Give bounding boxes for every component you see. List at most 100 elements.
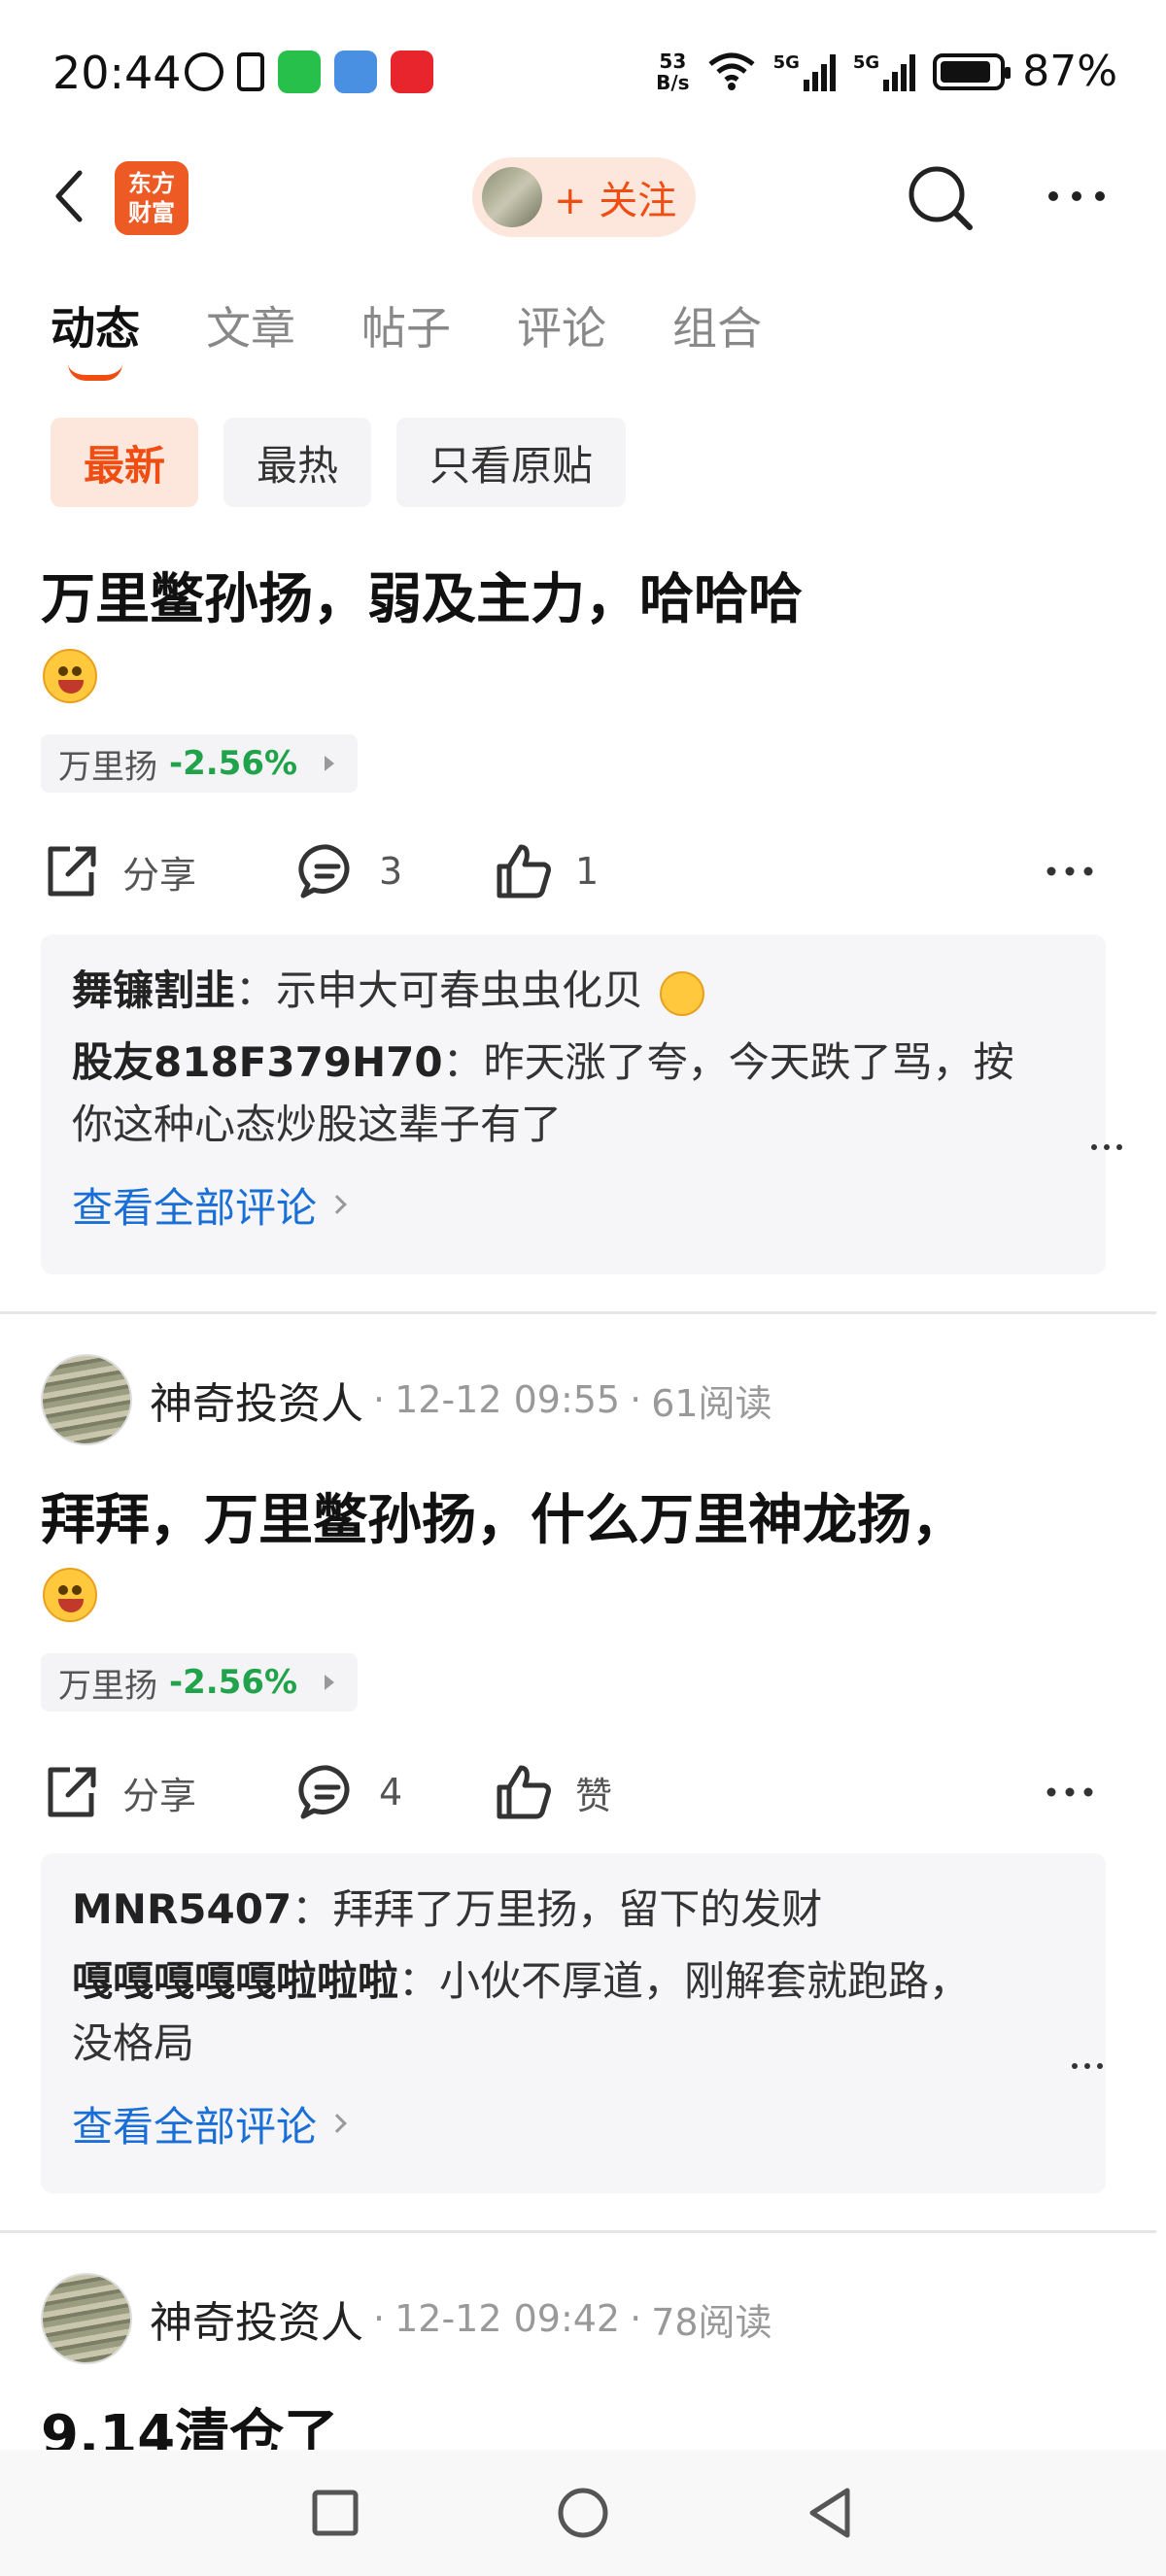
post-time: 12-12 09:42 — [394, 2297, 621, 2340]
post-more-button[interactable] — [1046, 1758, 1115, 1826]
search-icon[interactable] — [904, 161, 977, 235]
like-button[interactable]: 1 — [494, 837, 599, 905]
post-card[interactable]: 神奇投资人 · 12-12 09:42 · 78阅读 9.14清仓了 — [0, 2230, 1166, 2467]
post-time: 12-12 09:55 — [394, 1378, 621, 1421]
post-actions: 分享 4 赞 — [41, 1758, 1129, 1826]
tab-articles[interactable]: 文章 — [206, 293, 295, 357]
author-avatar[interactable] — [41, 1354, 132, 1445]
comment-item: MNR5407：拜拜了万里扬，留下的发财 — [72, 1885, 823, 1933]
stock-change: -2.56% — [169, 1663, 298, 1702]
comment-item: 股友818F379H70：昨天涨了夸，今天跌了骂，按你这种心态炒股这辈子有了 — [72, 1032, 1122, 1156]
author-row: 神奇投资人 · 12-12 09:42 · 78阅读 — [41, 2273, 772, 2364]
author-name[interactable]: 神奇投资人 — [150, 1369, 363, 1431]
comment-button[interactable]: 3 — [297, 837, 402, 905]
vibrate-icon — [237, 52, 264, 91]
view-all-comments-link[interactable]: 查看全部评论 — [72, 1156, 1075, 1253]
weather-icon — [334, 51, 377, 93]
content-tabs: 动态 文章 帖子 评论 组合 — [51, 293, 762, 381]
comment-count: 4 — [379, 1771, 403, 1813]
stock-name: 万里扬 — [58, 747, 157, 787]
wifi-icon — [707, 52, 755, 90]
comment-user[interactable]: 嘎嘎嘎嘎嘎啦啦啦 — [72, 1957, 398, 2005]
post-title[interactable]: 拜拜，万里鳖孙扬，什么万里神龙扬， — [41, 1476, 966, 1555]
filter-latest[interactable]: 最新 — [51, 418, 199, 507]
comment-user[interactable]: 股友818F379H70 — [72, 1038, 443, 1086]
post-card[interactable]: 万里鳖孙扬，弱及主力，哈哈哈 万里扬 -2.56% 分享 3 1 舞镰割韭：示申… — [0, 544, 1166, 1311]
back-arrow-icon[interactable] — [51, 167, 89, 225]
post-actions: 分享 3 1 — [41, 837, 1129, 905]
battery-fill — [941, 60, 990, 83]
chevron-right-icon — [325, 756, 335, 771]
tab-portfolio[interactable]: 组合 — [672, 293, 762, 357]
battery-percent: 87% — [1022, 47, 1117, 96]
author-name[interactable]: 神奇投资人 — [150, 2288, 363, 2350]
comment-text: 示申大可春虫虫化贝 — [276, 966, 644, 1014]
wechat-icon — [278, 51, 321, 93]
system-nav-bar — [0, 2450, 1166, 2576]
comment-more-dots-icon[interactable] — [1090, 1142, 1123, 1152]
thumbs-up-icon — [497, 1765, 551, 1819]
status-right: 53 B/s 5G 5G 87% — [656, 47, 1117, 96]
stock-tag[interactable]: 万里扬 -2.56% — [41, 734, 359, 793]
author-row: 神奇投资人 · 12-12 09:55 · 61阅读 — [41, 1354, 772, 1445]
app-icon — [391, 51, 433, 93]
share-label: 分享 — [122, 853, 197, 897]
chevron-right-icon — [327, 2114, 347, 2133]
stock-change: -2.56% — [169, 744, 298, 783]
share-label: 分享 — [122, 1774, 197, 1817]
post-card[interactable]: 神奇投资人 · 12-12 09:55 · 61阅读 拜拜，万里鳖孙扬，什么万里… — [0, 1311, 1166, 2229]
share-icon — [48, 1767, 96, 1817]
view-all-comments-link[interactable]: 查看全部评论 — [72, 2075, 1075, 2172]
view-all-label: 查看全部评论 — [72, 2102, 318, 2151]
home-circle-icon[interactable] — [549, 2479, 617, 2547]
tab-posts[interactable]: 帖子 — [361, 293, 451, 357]
comment-user[interactable]: 舞镰割韭 — [72, 966, 235, 1014]
tab-dynamic[interactable]: 动态 — [51, 293, 140, 381]
thumbs-up-icon — [497, 844, 551, 898]
net-speed: 53 B/s — [656, 51, 689, 93]
filter-hot[interactable]: 最热 — [223, 418, 372, 507]
stock-name: 万里扬 — [58, 1666, 157, 1706]
share-icon — [48, 846, 96, 897]
author-avatar[interactable] — [41, 2273, 132, 2364]
comment-user[interactable]: MNR5407 — [72, 1885, 292, 1933]
chevron-right-icon — [327, 1195, 347, 1214]
status-bar: 20:44 53 B/s 5G 5G 87% — [0, 0, 1166, 146]
comment-preview[interactable]: MNR5407：拜拜了万里扬，留下的发财 嘎嘎嘎嘎嘎啦啦啦：小伙不厚道，刚解套就… — [41, 1853, 1106, 2193]
net-speed-value: 53 — [659, 49, 687, 73]
post-more-button[interactable] — [1046, 837, 1115, 905]
follow-button[interactable]: + 关注 — [472, 157, 696, 237]
comment-bubble-icon — [298, 844, 350, 898]
comment-item: 嘎嘎嘎嘎嘎啦啦啦：小伙不厚道，刚解套就跑路，没格局 — [72, 1950, 1103, 2075]
app-logo[interactable]: 东方财富 — [115, 161, 189, 235]
alarm-icon — [185, 52, 223, 91]
notification-icons — [185, 51, 433, 93]
tab-comments[interactable]: 评论 — [517, 293, 606, 357]
filter-original-only[interactable]: 只看原贴 — [396, 418, 627, 507]
signal-1: 5G — [773, 52, 836, 91]
back-triangle-icon[interactable] — [797, 2479, 865, 2547]
comment-bubble-icon — [298, 1765, 350, 1819]
comment-text: 拜拜了万里扬，留下的发财 — [332, 1885, 823, 1933]
like-label: 赞 — [575, 1774, 613, 1817]
like-button[interactable]: 赞 — [494, 1758, 612, 1826]
signal-2-label: 5G — [852, 51, 880, 73]
signal-1-bars-icon — [803, 52, 836, 91]
more-options-icon[interactable] — [1046, 185, 1108, 208]
recents-square-icon[interactable] — [301, 2479, 369, 2547]
post-title[interactable]: 万里鳖孙扬，弱及主力，哈哈哈 — [41, 556, 803, 634]
follow-label: + 关注 — [554, 179, 677, 223]
status-time: 20:44 — [52, 47, 182, 99]
comment-button[interactable]: 4 — [297, 1758, 402, 1826]
signal-1-label: 5G — [772, 51, 800, 73]
view-all-label: 查看全部评论 — [72, 1183, 318, 1232]
share-button[interactable]: 分享 — [41, 837, 196, 905]
comment-more-dots-icon[interactable] — [1071, 2061, 1104, 2071]
read-count: 78阅读 — [651, 2300, 772, 2344]
more-dots-icon — [1046, 1787, 1093, 1797]
stock-tag[interactable]: 万里扬 -2.56% — [41, 1653, 359, 1712]
comment-item: 舞镰割韭：示申大可春虫虫化贝 — [72, 960, 1075, 1022]
app-logo-text: 东方财富 — [128, 170, 175, 226]
comment-preview[interactable]: 舞镰割韭：示申大可春虫虫化贝 股友818F379H70：昨天涨了夸，今天跌了骂，… — [41, 934, 1122, 1274]
share-button[interactable]: 分享 — [41, 1758, 196, 1826]
